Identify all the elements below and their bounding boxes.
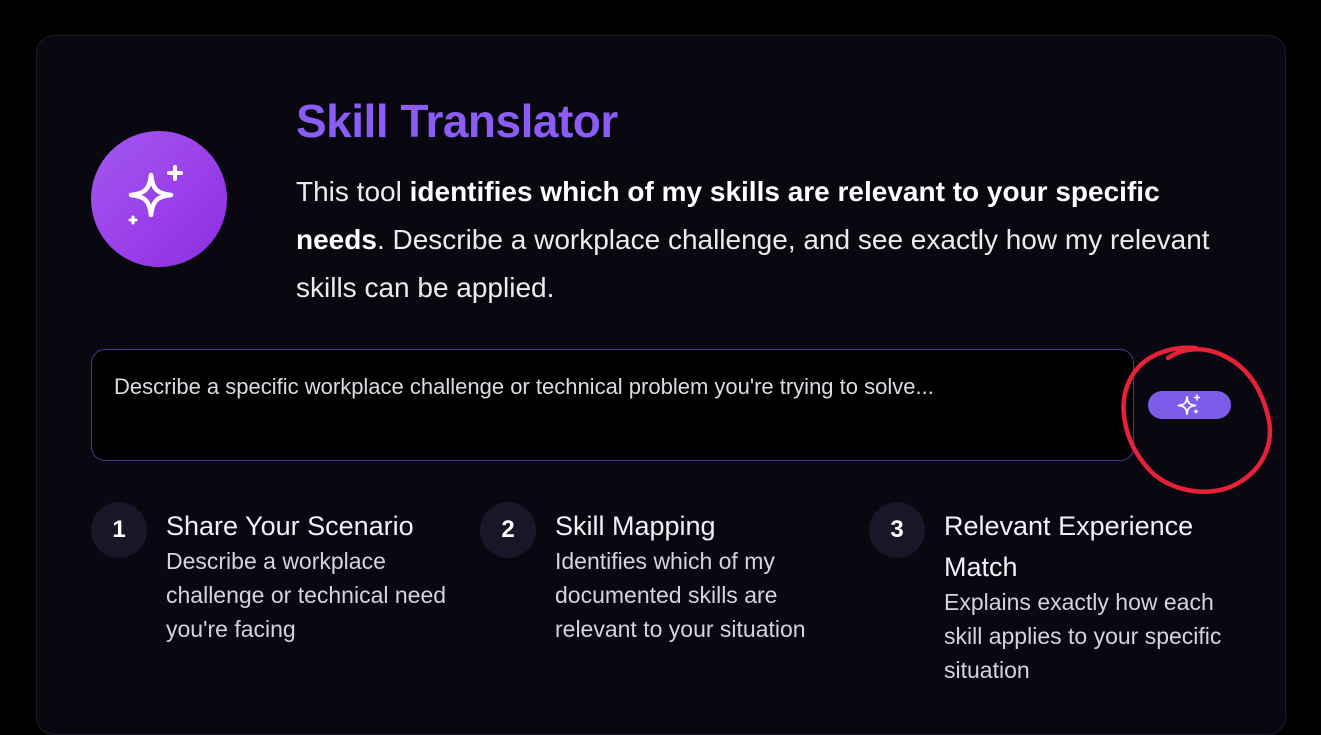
scenario-input-container — [91, 349, 1134, 461]
sparkles-icon — [128, 165, 183, 225]
description-rest: . Describe a workplace challenge, and se… — [296, 224, 1210, 303]
step-number: 3 — [869, 502, 925, 558]
step-description: Explains exactly how each skill applies … — [944, 589, 1222, 683]
step-description: Identifies which of my documented skills… — [555, 548, 806, 642]
sparkles-icon — [1177, 394, 1200, 415]
step-title: Relevant Experience Match — [944, 511, 1194, 582]
step-title: Skill Mapping — [555, 511, 716, 541]
step-number: 2 — [480, 502, 536, 558]
page-title: Skill Translator — [296, 95, 618, 147]
logo-badge — [91, 131, 227, 267]
page-description: This tool identifies which of my skills … — [296, 168, 1236, 312]
translate-button[interactable] — [1148, 391, 1231, 419]
description-lead: This tool — [296, 176, 410, 207]
step-title: Share Your Scenario — [166, 511, 414, 541]
scenario-input[interactable] — [92, 350, 1133, 460]
step-description: Describe a workplace challenge or techni… — [166, 548, 447, 642]
step-number: 1 — [91, 502, 147, 558]
